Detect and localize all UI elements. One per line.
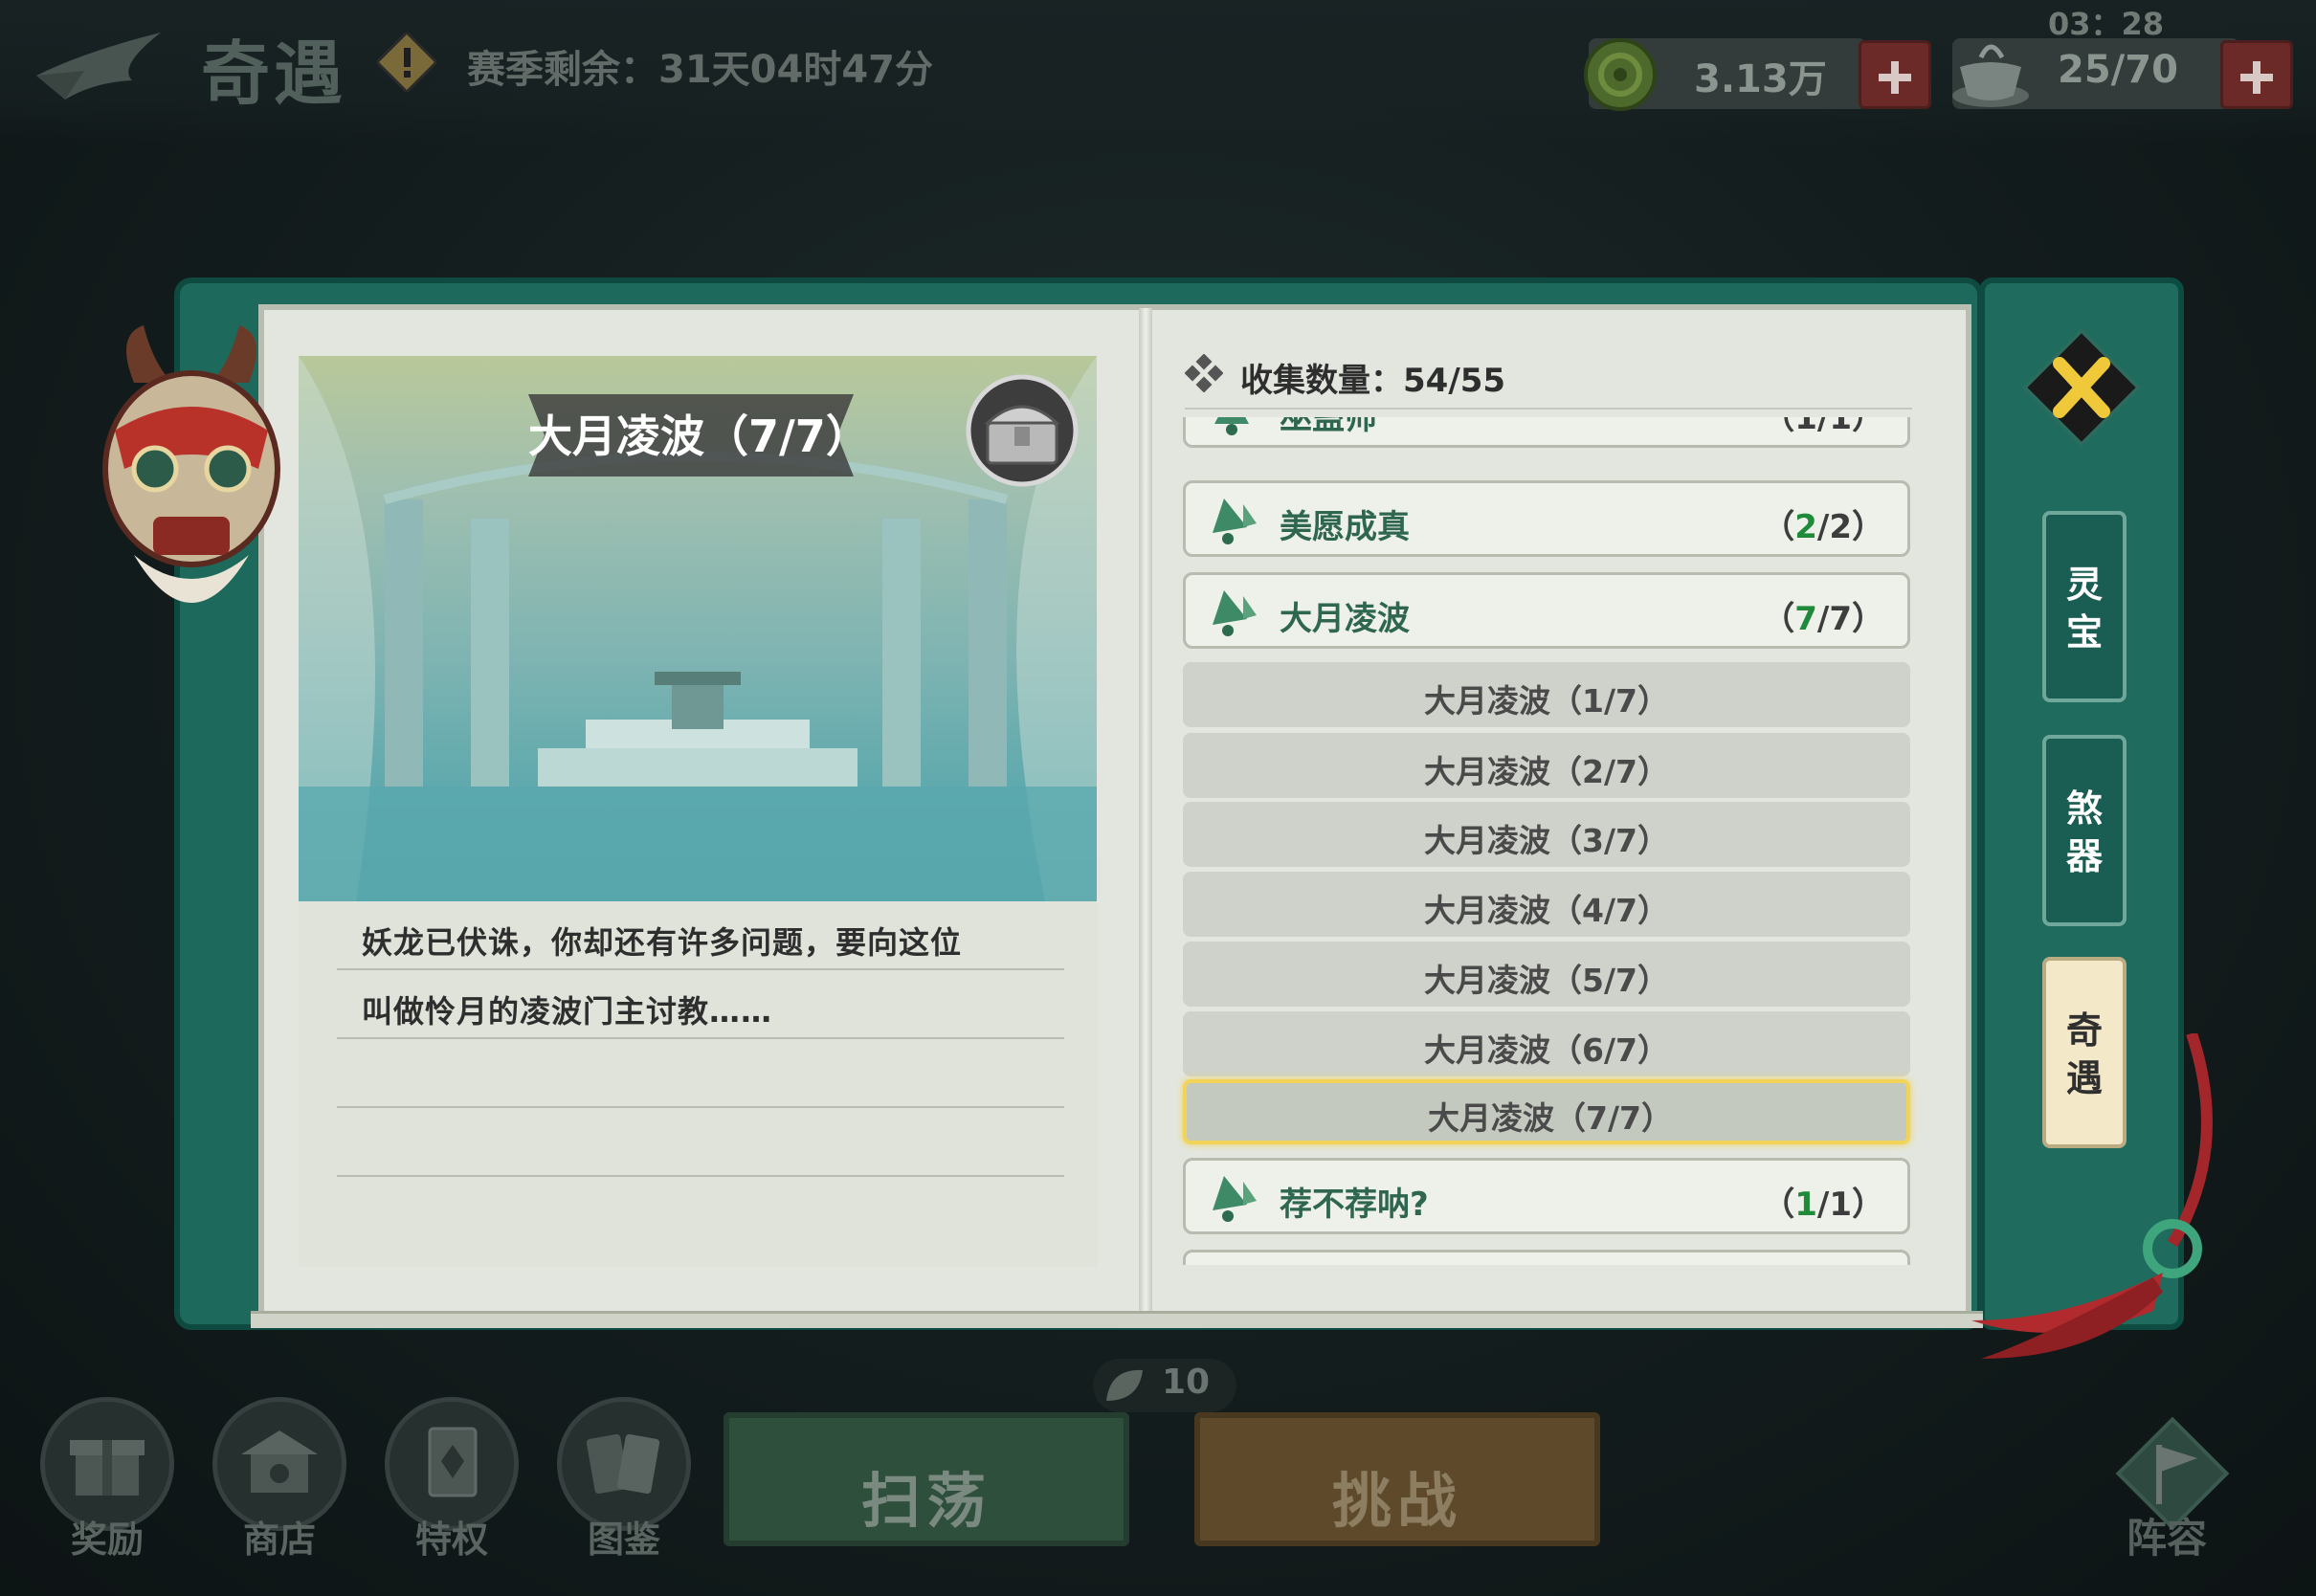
- add-jade-button[interactable]: [1859, 40, 1931, 109]
- warning-icon[interactable]: [377, 33, 436, 92]
- story-text-line2: 叫做怜月的凌波门主讨教……: [362, 993, 773, 1030]
- row-count: （1/1）: [1762, 1186, 1884, 1224]
- stamina-cost: 10: [1162, 1363, 1211, 1402]
- top-bar: 奇遇 赛季剩余：31天04时47分 03：28 3.13万 25/70: [0, 0, 2316, 144]
- story-rule: [337, 1039, 1064, 1108]
- list-row-partial[interactable]: 巫蛊师 （1/1）: [1183, 417, 1910, 448]
- story-panel: 妖龙已伏诛，你却还有许多问题，要向这位 叫做怜月的凌波门主讨教……: [299, 901, 1097, 1267]
- sub-item-selected[interactable]: 大月凌波（7/7）: [1183, 1079, 1910, 1144]
- card-title: 大月凌波（7/7）: [528, 410, 870, 462]
- treasure-chest-icon[interactable]: [965, 373, 1080, 488]
- tea-leaf-icon: [1106, 1369, 1143, 1401]
- codex-cards-icon: [586, 1433, 660, 1495]
- close-icon[interactable]: [2019, 325, 2144, 450]
- rewards-label: 奖励: [70, 1518, 144, 1561]
- shop-label: 商店: [242, 1518, 316, 1561]
- sub-item[interactable]: 大月凌波（3/7）: [1183, 802, 1910, 867]
- tassel-ornament: [1971, 1033, 2213, 1359]
- gift-icon: [70, 1440, 145, 1496]
- sub-item[interactable]: 大月凌波（4/7）: [1183, 872, 1910, 937]
- tab-lingbao[interactable]: 灵宝: [2042, 511, 2127, 702]
- sweep-button[interactable]: 扫荡: [724, 1412, 1129, 1546]
- tea-amount: 25/70: [2058, 48, 2178, 92]
- tea-cup-icon: [1952, 44, 2029, 107]
- tab-shaqi[interactable]: 煞器: [2042, 735, 2127, 926]
- add-tea-button[interactable]: [2220, 40, 2293, 109]
- sub-item[interactable]: 大月凌波（6/7）: [1183, 1011, 1910, 1076]
- collection-divider: [1185, 408, 1912, 410]
- collection-diamond-icon: [1185, 354, 1223, 392]
- row-count: （1/1）: [1762, 417, 1884, 437]
- story-rule: [337, 1108, 1064, 1177]
- encounter-card: 大月凌波（7/7） 妖龙已伏诛，你却还有许多问题，要向这位 叫做怜月的凌波门主讨…: [299, 356, 1097, 1267]
- back-arrow-icon[interactable]: [27, 23, 170, 109]
- lineup-label: 阵容: [2127, 1515, 2208, 1562]
- collection-count: 收集数量：54/55: [1240, 362, 1506, 400]
- list-row-partial[interactable]: [1183, 1250, 1910, 1265]
- list-row[interactable]: 美愿成真 （2/2）: [1183, 480, 1910, 557]
- book-fold: [1139, 308, 1152, 1315]
- sub-item[interactable]: 大月凌波（1/7）: [1183, 662, 1910, 727]
- sub-item[interactable]: 大月凌波（2/7）: [1183, 733, 1910, 798]
- row-count: （7/7）: [1762, 600, 1884, 638]
- row-name: 大月凌波: [1280, 600, 1410, 638]
- opera-mask-icon: [102, 325, 280, 603]
- jade-amount: 3.13万: [1694, 57, 1827, 101]
- bell-icon: [1213, 590, 1257, 636]
- bell-icon: [1213, 499, 1257, 544]
- list-row-expanded[interactable]: 大月凌波 （7/7）: [1183, 572, 1910, 649]
- shop-icon: [241, 1430, 318, 1493]
- row-name: 荐不荐呐?: [1280, 1186, 1429, 1224]
- privilege-card-icon: [428, 1427, 478, 1497]
- bell-icon: [1214, 417, 1249, 435]
- challenge-button[interactable]: 挑战: [1194, 1412, 1600, 1546]
- jade-icon: [1584, 38, 1657, 111]
- privilege-label: 特权: [414, 1518, 488, 1561]
- sub-item[interactable]: 大月凌波（5/7）: [1183, 942, 1910, 1007]
- page-title: 奇遇: [201, 33, 347, 114]
- encounter-illustration: 大月凌波（7/7）: [299, 356, 1097, 901]
- list-row[interactable]: 荐不荐呐? （1/1）: [1183, 1158, 1910, 1234]
- row-name: 巫蛊师: [1280, 417, 1377, 437]
- codex-label: 图鉴: [587, 1518, 660, 1561]
- story-text-line1: 妖龙已伏诛，你却还有许多问题，要向这位: [362, 924, 963, 961]
- season-remaining: 赛季剩余：31天04时47分: [467, 48, 933, 92]
- row-name: 美愿成真: [1280, 508, 1410, 546]
- bell-icon: [1213, 1176, 1257, 1222]
- encounter-list[interactable]: 巫蛊师 （1/1） 美愿成真 （2/2） 大月凌波 （7/7） 大月凌波（1/7…: [1177, 417, 1924, 1265]
- book-edge: [251, 1311, 1983, 1328]
- row-count: （2/2）: [1762, 508, 1884, 546]
